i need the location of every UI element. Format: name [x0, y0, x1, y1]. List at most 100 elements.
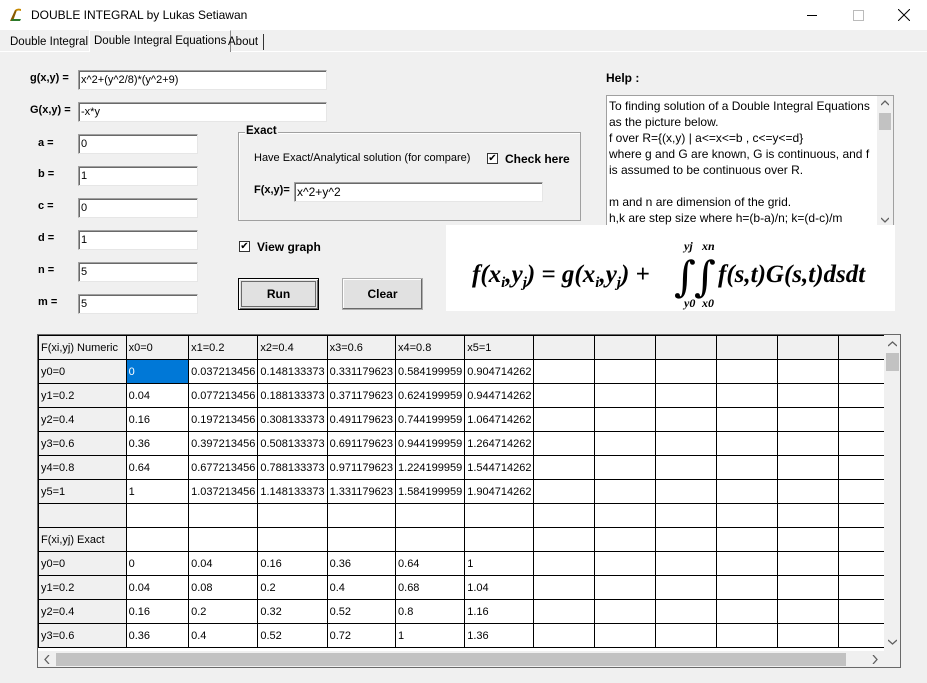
grid-column-header[interactable] — [716, 335, 779, 360]
grid-cell[interactable]: 0.904714262 — [464, 359, 535, 384]
grid-cell[interactable] — [533, 503, 596, 528]
grid-vscroll-thumb[interactable] — [886, 353, 899, 371]
grid-cell[interactable] — [777, 575, 840, 600]
grid-cell[interactable]: 1.264714262 — [464, 431, 535, 456]
tab-double-integral[interactable]: Double Integral — [6, 33, 92, 51]
grid-vscrollbar[interactable] — [884, 335, 900, 651]
grid-cell[interactable] — [594, 479, 657, 504]
tab-about[interactable]: About — [224, 33, 262, 51]
grid-cell[interactable] — [716, 383, 779, 408]
grid-cell[interactable]: 1.04 — [464, 575, 535, 600]
grid-hscroll-thumb[interactable] — [56, 653, 846, 666]
grid-cell[interactable]: 1.36 — [464, 623, 535, 648]
grid-cell[interactable] — [777, 479, 840, 504]
grid-cell[interactable] — [594, 599, 657, 624]
grid-cell[interactable] — [777, 623, 840, 648]
grid-cell[interactable] — [533, 599, 596, 624]
grid-cell[interactable] — [777, 383, 840, 408]
grid-cell[interactable] — [326, 527, 397, 552]
grid-cell[interactable] — [533, 527, 596, 552]
grid-cell[interactable] — [533, 575, 596, 600]
grid-cell[interactable]: 0.037213456 — [188, 359, 259, 384]
grid-column-header[interactable] — [594, 335, 657, 360]
grid-cell[interactable]: 1 — [464, 551, 535, 576]
grid-cell[interactable] — [125, 503, 190, 528]
grid-cell[interactable]: 0.04 — [188, 551, 259, 576]
grid-cell[interactable]: 0.971179623 — [326, 455, 397, 480]
grid-cell[interactable]: 0.944714262 — [464, 383, 535, 408]
grid-cell[interactable] — [777, 503, 840, 528]
grid-cell[interactable]: 0.32 — [257, 599, 328, 624]
grid-cell[interactable] — [716, 431, 779, 456]
grid-cell[interactable]: 0.64 — [125, 455, 190, 480]
grid-cell[interactable]: 0.2 — [188, 599, 259, 624]
grid-cell[interactable]: 0.04 — [125, 383, 190, 408]
grid-cell[interactable] — [655, 359, 718, 384]
help-scrollbar[interactable] — [877, 96, 893, 228]
grid-cell[interactable] — [257, 527, 328, 552]
close-button[interactable] — [881, 0, 927, 30]
grid-cell[interactable] — [716, 479, 779, 504]
grid-cell[interactable]: 0.371179623 — [326, 383, 397, 408]
grid-cell[interactable]: 1 — [395, 623, 466, 648]
grid-row-header[interactable]: y0=0 — [38, 551, 127, 576]
grid-cell[interactable] — [464, 527, 535, 552]
help-textbox[interactable]: To finding solution of a Double Integral… — [606, 95, 894, 229]
grid-cell[interactable] — [594, 431, 657, 456]
scroll-down-icon[interactable] — [881, 217, 889, 223]
grid-cell[interactable] — [716, 551, 779, 576]
grid-cell[interactable] — [716, 407, 779, 432]
grid-row-header[interactable]: y2=0.4 — [38, 599, 127, 624]
grid-cell[interactable] — [533, 479, 596, 504]
grid-scroll-left-icon[interactable] — [44, 655, 50, 664]
grid-cell[interactable]: 0.68 — [395, 575, 466, 600]
grid-cell[interactable]: 0.36 — [125, 431, 190, 456]
grid-cell[interactable] — [125, 527, 190, 552]
grid-column-header[interactable]: x0=0 — [125, 335, 190, 360]
grid-cell[interactable] — [716, 599, 779, 624]
grid-cell[interactable]: 1.16 — [464, 599, 535, 624]
grid-cell[interactable]: 0.4 — [188, 623, 259, 648]
grid-cell[interactable] — [777, 455, 840, 480]
grid-cell[interactable]: 0.16 — [257, 551, 328, 576]
result-table[interactable]: F(xi,yj) Numeric x0=0 x1=0.2 x2=0.4 x3=0.6 x4… — [38, 335, 900, 648]
grid-cell[interactable] — [594, 359, 657, 384]
grid-cell[interactable]: 0.52 — [326, 599, 397, 624]
grid-hscrollbar[interactable] — [38, 651, 884, 667]
grid-row-header[interactable]: y2=0.4 — [38, 407, 127, 432]
grid-cell[interactable] — [777, 551, 840, 576]
grid-cell[interactable]: 0.508133373 — [257, 431, 328, 456]
grid-cell[interactable]: 0.4 — [326, 575, 397, 600]
grid-cell[interactable] — [326, 503, 397, 528]
grid-cell[interactable]: 0.04 — [125, 575, 190, 600]
b-input[interactable]: 1 — [78, 166, 198, 186]
grid-cell[interactable]: 1.904714262 — [464, 479, 535, 504]
grid-cell[interactable]: 0.188133373 — [257, 383, 328, 408]
g-input[interactable]: x^2+(y^2/8)*(y^2+9) — [78, 70, 327, 90]
grid-cell[interactable] — [594, 455, 657, 480]
grid-cell[interactable]: 1.064714262 — [464, 407, 535, 432]
grid-cell[interactable]: 0.16 — [125, 599, 190, 624]
grid-cell[interactable] — [533, 623, 596, 648]
grid-column-header[interactable]: F(xi,yj) Numeric — [38, 335, 127, 360]
minimize-button[interactable] — [789, 0, 835, 30]
grid-cell[interactable]: 0.624199959 — [395, 383, 466, 408]
grid-cell[interactable] — [777, 407, 840, 432]
grid-cell[interactable] — [655, 527, 718, 552]
G-input[interactable]: -x*y — [78, 102, 327, 122]
grid-cell[interactable] — [655, 479, 718, 504]
grid-row-header[interactable]: y4=0.8 — [38, 455, 127, 480]
grid-column-header[interactable] — [533, 335, 596, 360]
grid-cell[interactable] — [594, 503, 657, 528]
grid-cell[interactable]: 0.2 — [257, 575, 328, 600]
grid-cell[interactable]: 0.331179623 — [326, 359, 397, 384]
grid-cell[interactable]: 0.584199959 — [395, 359, 466, 384]
grid-cell[interactable]: 0.077213456 — [188, 383, 259, 408]
grid-cell[interactable] — [594, 551, 657, 576]
grid-cell[interactable]: 1.331179623 — [326, 479, 397, 504]
grid-row-header[interactable]: y0=0 — [38, 359, 127, 384]
grid-cell[interactable] — [594, 527, 657, 552]
F-input[interactable]: x^2+y^2 — [294, 182, 543, 202]
grid-row-header[interactable]: F(xi,yj) Exact — [38, 527, 127, 552]
clear-button[interactable]: Clear — [342, 278, 423, 310]
